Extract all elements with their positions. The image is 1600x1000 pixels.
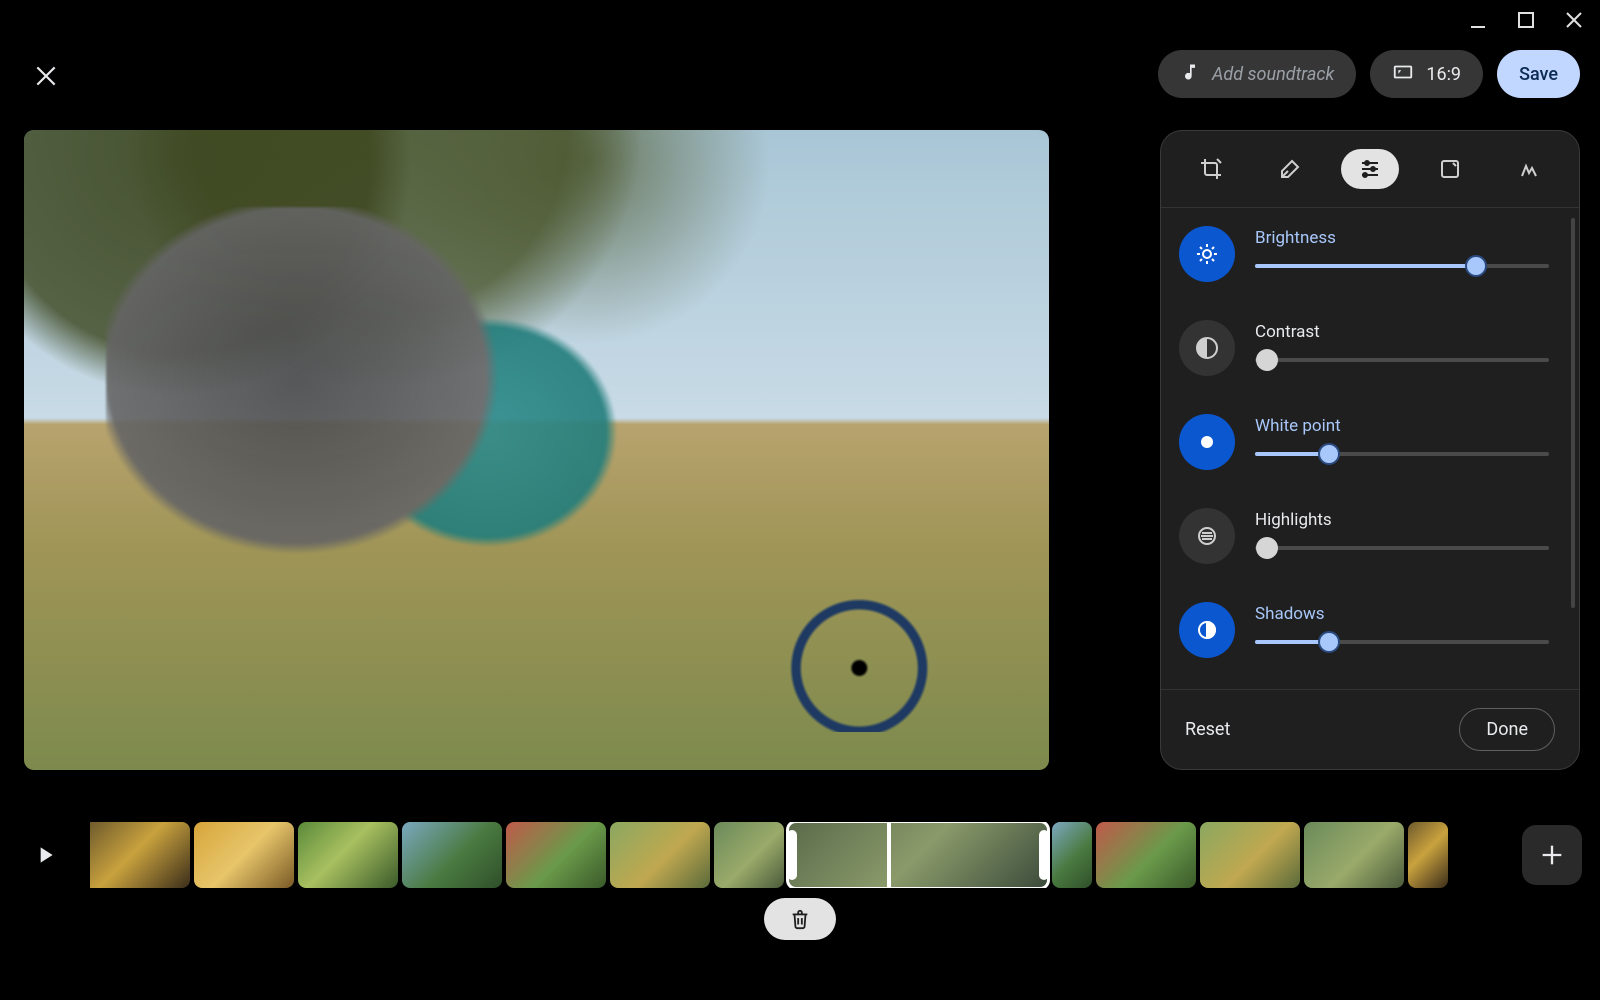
slider-highlights[interactable] [1255,546,1549,550]
trim-handle-right[interactable] [1039,830,1049,880]
video-preview[interactable] [24,130,1049,770]
timeline-clip[interactable] [506,822,606,888]
timeline-clip[interactable] [714,822,784,888]
close-editor-button[interactable] [30,60,62,92]
window-close-button[interactable] [1562,8,1586,32]
sliders-list: Brightness Contrast [1161,208,1579,689]
panel-footer: Reset Done [1161,689,1579,769]
save-button[interactable]: Save [1497,50,1580,98]
slider-brightness[interactable] [1255,264,1549,268]
timeline-clip[interactable] [90,822,190,888]
tab-crop[interactable] [1182,149,1240,189]
highlights-icon [1179,508,1235,564]
slider-label-brightness: Brightness [1255,228,1549,248]
preview-bicycle [608,476,967,732]
slider-label-shadows: Shadows [1255,604,1549,624]
window-minimize-button[interactable] [1466,8,1490,32]
window-maximize-button[interactable] [1514,8,1538,32]
tab-filters[interactable] [1421,149,1479,189]
music-note-icon [1180,62,1200,87]
aspect-ratio-icon [1392,61,1414,88]
scroll-indicator [1571,218,1575,608]
add-soundtrack-button[interactable]: Add soundtrack [1158,50,1356,98]
save-label: Save [1519,64,1558,85]
slider-row-shadows: Shadows [1179,602,1549,658]
slider-contrast[interactable] [1255,358,1549,362]
timeline-selected-clip[interactable] [788,822,1048,888]
done-button[interactable]: Done [1459,708,1555,751]
tab-adjust[interactable] [1341,149,1399,189]
slider-shadows[interactable] [1255,640,1549,644]
trim-handle-left[interactable] [787,830,797,880]
timeline[interactable] [90,822,1510,888]
slider-label-highlights: Highlights [1255,510,1549,530]
slider-label-white-point: White point [1255,416,1549,436]
tab-markup[interactable] [1500,149,1558,189]
slider-white-point[interactable] [1255,452,1549,456]
timeline-clip[interactable] [1096,822,1196,888]
timeline-clip[interactable] [402,822,502,888]
slider-row-white-point: White point [1179,414,1549,470]
timeline-clip[interactable] [1304,822,1404,888]
brightness-icon [1179,226,1235,282]
contrast-icon [1179,320,1235,376]
aspect-ratio-button[interactable]: 16:9 [1370,50,1483,98]
timeline-clip[interactable] [194,822,294,888]
shadows-icon [1179,602,1235,658]
timeline-clip[interactable] [1408,822,1448,888]
reset-button[interactable]: Reset [1185,719,1230,740]
window-controls [1466,8,1586,32]
delete-clip-button[interactable] [764,898,836,940]
adjust-panel: Brightness Contrast [1160,130,1580,770]
tab-tools[interactable] [1261,149,1319,189]
top-toolbar: Add soundtrack 16:9 Save [1158,50,1580,98]
slider-row-highlights: Highlights [1179,508,1549,564]
slider-row-contrast: Contrast [1179,320,1549,376]
slider-label-contrast: Contrast [1255,322,1549,342]
timeline-row [0,820,1600,890]
play-button[interactable] [0,820,90,890]
panel-tabs [1161,131,1579,208]
add-clip-button[interactable] [1522,825,1582,885]
playhead[interactable] [887,822,891,888]
aspect-ratio-label: 16:9 [1426,64,1461,85]
timeline-clip[interactable] [610,822,710,888]
white-point-icon [1179,414,1235,470]
timeline-clip[interactable] [298,822,398,888]
slider-row-brightness: Brightness [1179,226,1549,282]
timeline-clip[interactable] [1052,822,1092,888]
timeline-clip[interactable] [1200,822,1300,888]
add-soundtrack-label: Add soundtrack [1212,64,1334,85]
